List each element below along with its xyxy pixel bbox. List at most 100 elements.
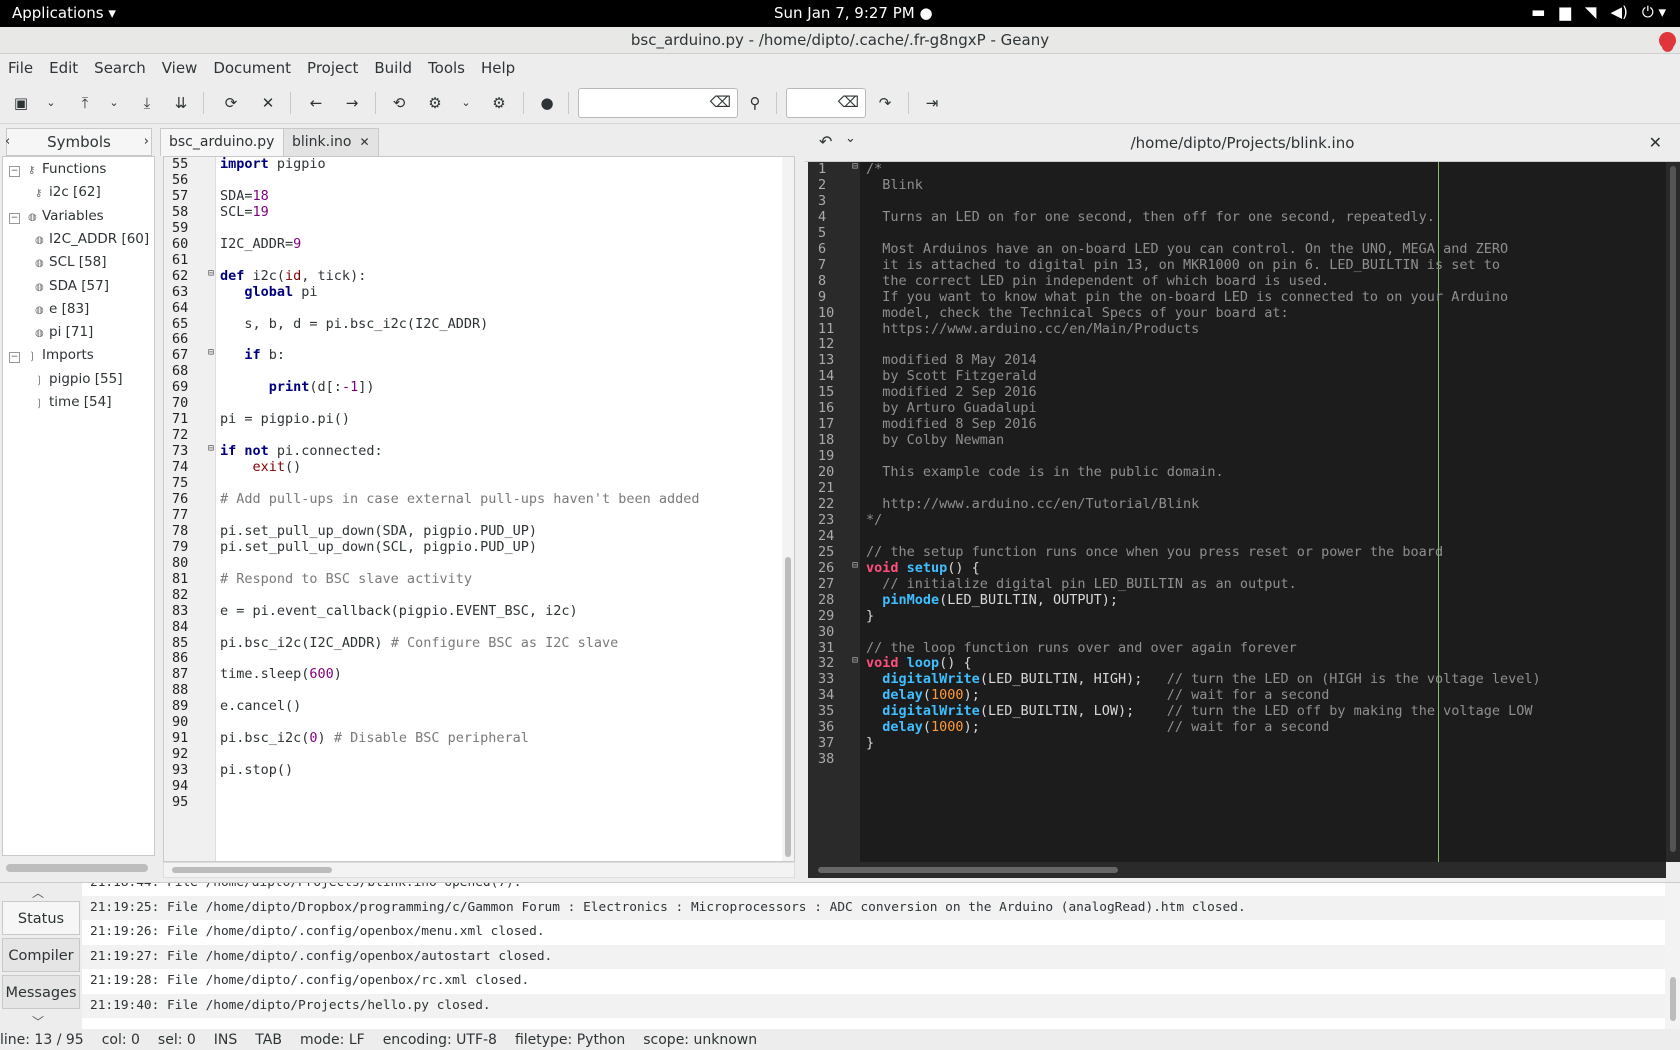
tree-item[interactable]: ❳ pigpio [55] (35, 371, 122, 387)
search-input[interactable]: ⌫ (578, 88, 738, 118)
window-title-bar: bsc_arduino.py - /home/dipto/.cache/.fr-… (0, 27, 1680, 54)
line-number: 61 (172, 251, 189, 268)
back-arrow-icon[interactable]: ← (303, 90, 329, 116)
line-number: 22 (818, 495, 835, 512)
log-vertical-scrollbar[interactable] (1665, 883, 1680, 1029)
tree-item[interactable]: ◍ SDA [57] (35, 278, 109, 294)
sidebar-prev-tab-icon[interactable]: ‹ (5, 129, 10, 155)
tree-item[interactable]: ◍ pi [71] (35, 324, 93, 340)
editor-bsc-arduino[interactable]: 55 import pigpio 56 57 SDA=18 58 SCL=19 59 60 I2C… (163, 156, 795, 862)
line-number: 73 (172, 443, 189, 460)
quit-icon[interactable]: ⇥ (919, 90, 945, 116)
code-line: 60 I2C_ADDR=9 (164, 236, 794, 253)
tab-bsc-arduino-py[interactable]: bsc_arduino.py✕ (160, 128, 302, 156)
tree-item[interactable]: − ◍ Variables (9, 208, 104, 224)
color-chooser-icon[interactable]: ● (534, 90, 560, 116)
sidebar-next-tab-icon[interactable]: › (144, 129, 149, 155)
menu-search[interactable]: Search (86, 54, 154, 82)
compile-icon[interactable]: ⟲ (386, 90, 412, 116)
split-horizontal-scrollbar[interactable] (808, 862, 1666, 878)
open-file-icon[interactable]: ⤒ (72, 90, 98, 116)
save-icon[interactable]: ⤓ (134, 90, 160, 116)
volume-icon[interactable]: ◀) (1610, 3, 1627, 21)
code-text: global pi (244, 283, 318, 300)
wifi-icon[interactable]: ◥ (1585, 3, 1597, 21)
chevron-up-icon[interactable]: ︿ (32, 884, 44, 901)
scroll-thumb[interactable] (1670, 166, 1676, 852)
run-icon[interactable]: ⚙ (486, 90, 512, 116)
menu-build[interactable]: Build (366, 54, 420, 82)
scroll-thumb[interactable] (1670, 977, 1676, 1021)
tree-item[interactable]: ◍ e [83] (35, 301, 89, 317)
menu-view[interactable]: View (154, 54, 206, 82)
menu-project[interactable]: Project (299, 54, 366, 82)
tab-close-icon[interactable]: ✕ (359, 135, 369, 149)
tree-item[interactable]: ⚷ i2c [62] (35, 184, 101, 200)
message-tab-status[interactable]: Status (2, 901, 80, 935)
message-tab-compiler[interactable]: Compiler (2, 938, 80, 972)
menu-edit[interactable]: Edit (41, 54, 86, 82)
window-close-button[interactable]: ● (1659, 32, 1676, 54)
search-icon[interactable]: ⚲ (742, 90, 768, 116)
message-tab-messages[interactable]: Messages (2, 975, 80, 1009)
status-log[interactable]: 21:18:44: File /home/dipto/Projects/blin… (82, 883, 1665, 1029)
power-icon[interactable]: ⏻ ▾ (1642, 3, 1666, 21)
build-dropdown-icon[interactable]: ⌄ (453, 90, 479, 116)
split-vertical-scrollbar[interactable] (1666, 162, 1680, 862)
tree-item[interactable]: − ❳ Imports (9, 347, 94, 364)
new-file-dropdown-icon[interactable]: ⌄ (38, 90, 64, 116)
new-file-icon[interactable]: ▣ (8, 90, 34, 116)
collapse-toggle-icon[interactable]: − (9, 212, 20, 224)
fold-marker-icon[interactable]: ⊟ (208, 268, 214, 279)
code-line: 19 (808, 448, 1666, 465)
forward-arrow-icon[interactable]: → (339, 90, 365, 116)
scroll-thumb[interactable] (818, 867, 1118, 873)
close-file-icon[interactable]: ✕ (255, 90, 281, 116)
menu-help[interactable]: Help (473, 54, 523, 82)
tab-blink-ino[interactable]: blink.ino ✕ (283, 128, 379, 156)
code-line: 34 delay(1000); // wait for a second (808, 687, 1666, 704)
tree-item[interactable]: ❳ time [54] (35, 394, 112, 410)
fold-marker-icon[interactable]: ⊟ (208, 347, 214, 358)
chevron-down-icon[interactable]: ﹀ (32, 1013, 44, 1030)
code-line: 92 (164, 746, 794, 763)
sidebar-tab-symbols[interactable]: ‹ Symbols › (5, 128, 152, 156)
menu-document[interactable]: Document (205, 54, 299, 82)
keyboard-icon[interactable]: ▆ (1559, 3, 1571, 21)
split-close-icon[interactable]: ✕ (1649, 133, 1662, 152)
jump-to-line-icon[interactable]: ↷ (872, 90, 898, 116)
line-number: 86 (172, 650, 189, 667)
tree-item[interactable]: − ⚷ Functions (9, 161, 106, 177)
fold-marker-icon[interactable]: ⊟ (852, 162, 858, 172)
goto-line-input[interactable]: ⌫ (786, 88, 866, 118)
applications-menu[interactable]: Applications ▾ (12, 4, 116, 22)
fold-marker-icon[interactable]: ⊟ (852, 560, 858, 571)
open-file-dropdown-icon[interactable]: ⌄ (101, 90, 127, 116)
build-gear-icon[interactable]: ⚙ (422, 90, 448, 116)
revert-icon[interactable]: ⟳ (218, 90, 244, 116)
collapse-toggle-icon[interactable]: − (9, 352, 20, 364)
line-number: 1 (818, 162, 827, 177)
message-tabs: ︿ ﹀ Status Compiler Messages (0, 883, 80, 1031)
tree-item-label: Imports (42, 347, 94, 364)
code-line: 7 it is attached to digital pin 13, on M… (808, 257, 1666, 274)
menu-file[interactable]: File (0, 54, 41, 82)
menu-tools[interactable]: Tools (420, 54, 473, 82)
line-number: 80 (172, 554, 189, 571)
tree-item[interactable]: ◍ I2C_ADDR [60] (35, 231, 149, 247)
scroll-thumb[interactable] (172, 867, 332, 873)
fold-marker-icon[interactable]: ⊟ (208, 443, 214, 454)
clear-search-icon[interactable]: ⌫ (710, 93, 731, 111)
clock[interactable]: Sun Jan 7, 9:27 PM ● (774, 4, 933, 22)
sidebar-horizontal-scrollbar[interactable] (6, 864, 148, 872)
fold-marker-icon[interactable]: ⊟ (852, 655, 858, 666)
collapse-toggle-icon[interactable]: − (9, 166, 20, 177)
clear-goto-icon[interactable]: ⌫ (838, 93, 859, 111)
editor-blink-ino[interactable]: 1 ⊟/* 2 Blink 3 4 Turns an LED on for one se… (808, 162, 1666, 862)
line-number: 27 (818, 575, 835, 592)
tree-item[interactable]: ◍ SCL [58] (35, 254, 107, 270)
editor-horizontal-scrollbar[interactable] (163, 862, 795, 878)
code-text: def i2c(id, tick): (220, 267, 367, 284)
save-all-icon[interactable]: ⇊ (168, 90, 194, 116)
gamepad-icon[interactable]: ▬ (1531, 3, 1545, 21)
